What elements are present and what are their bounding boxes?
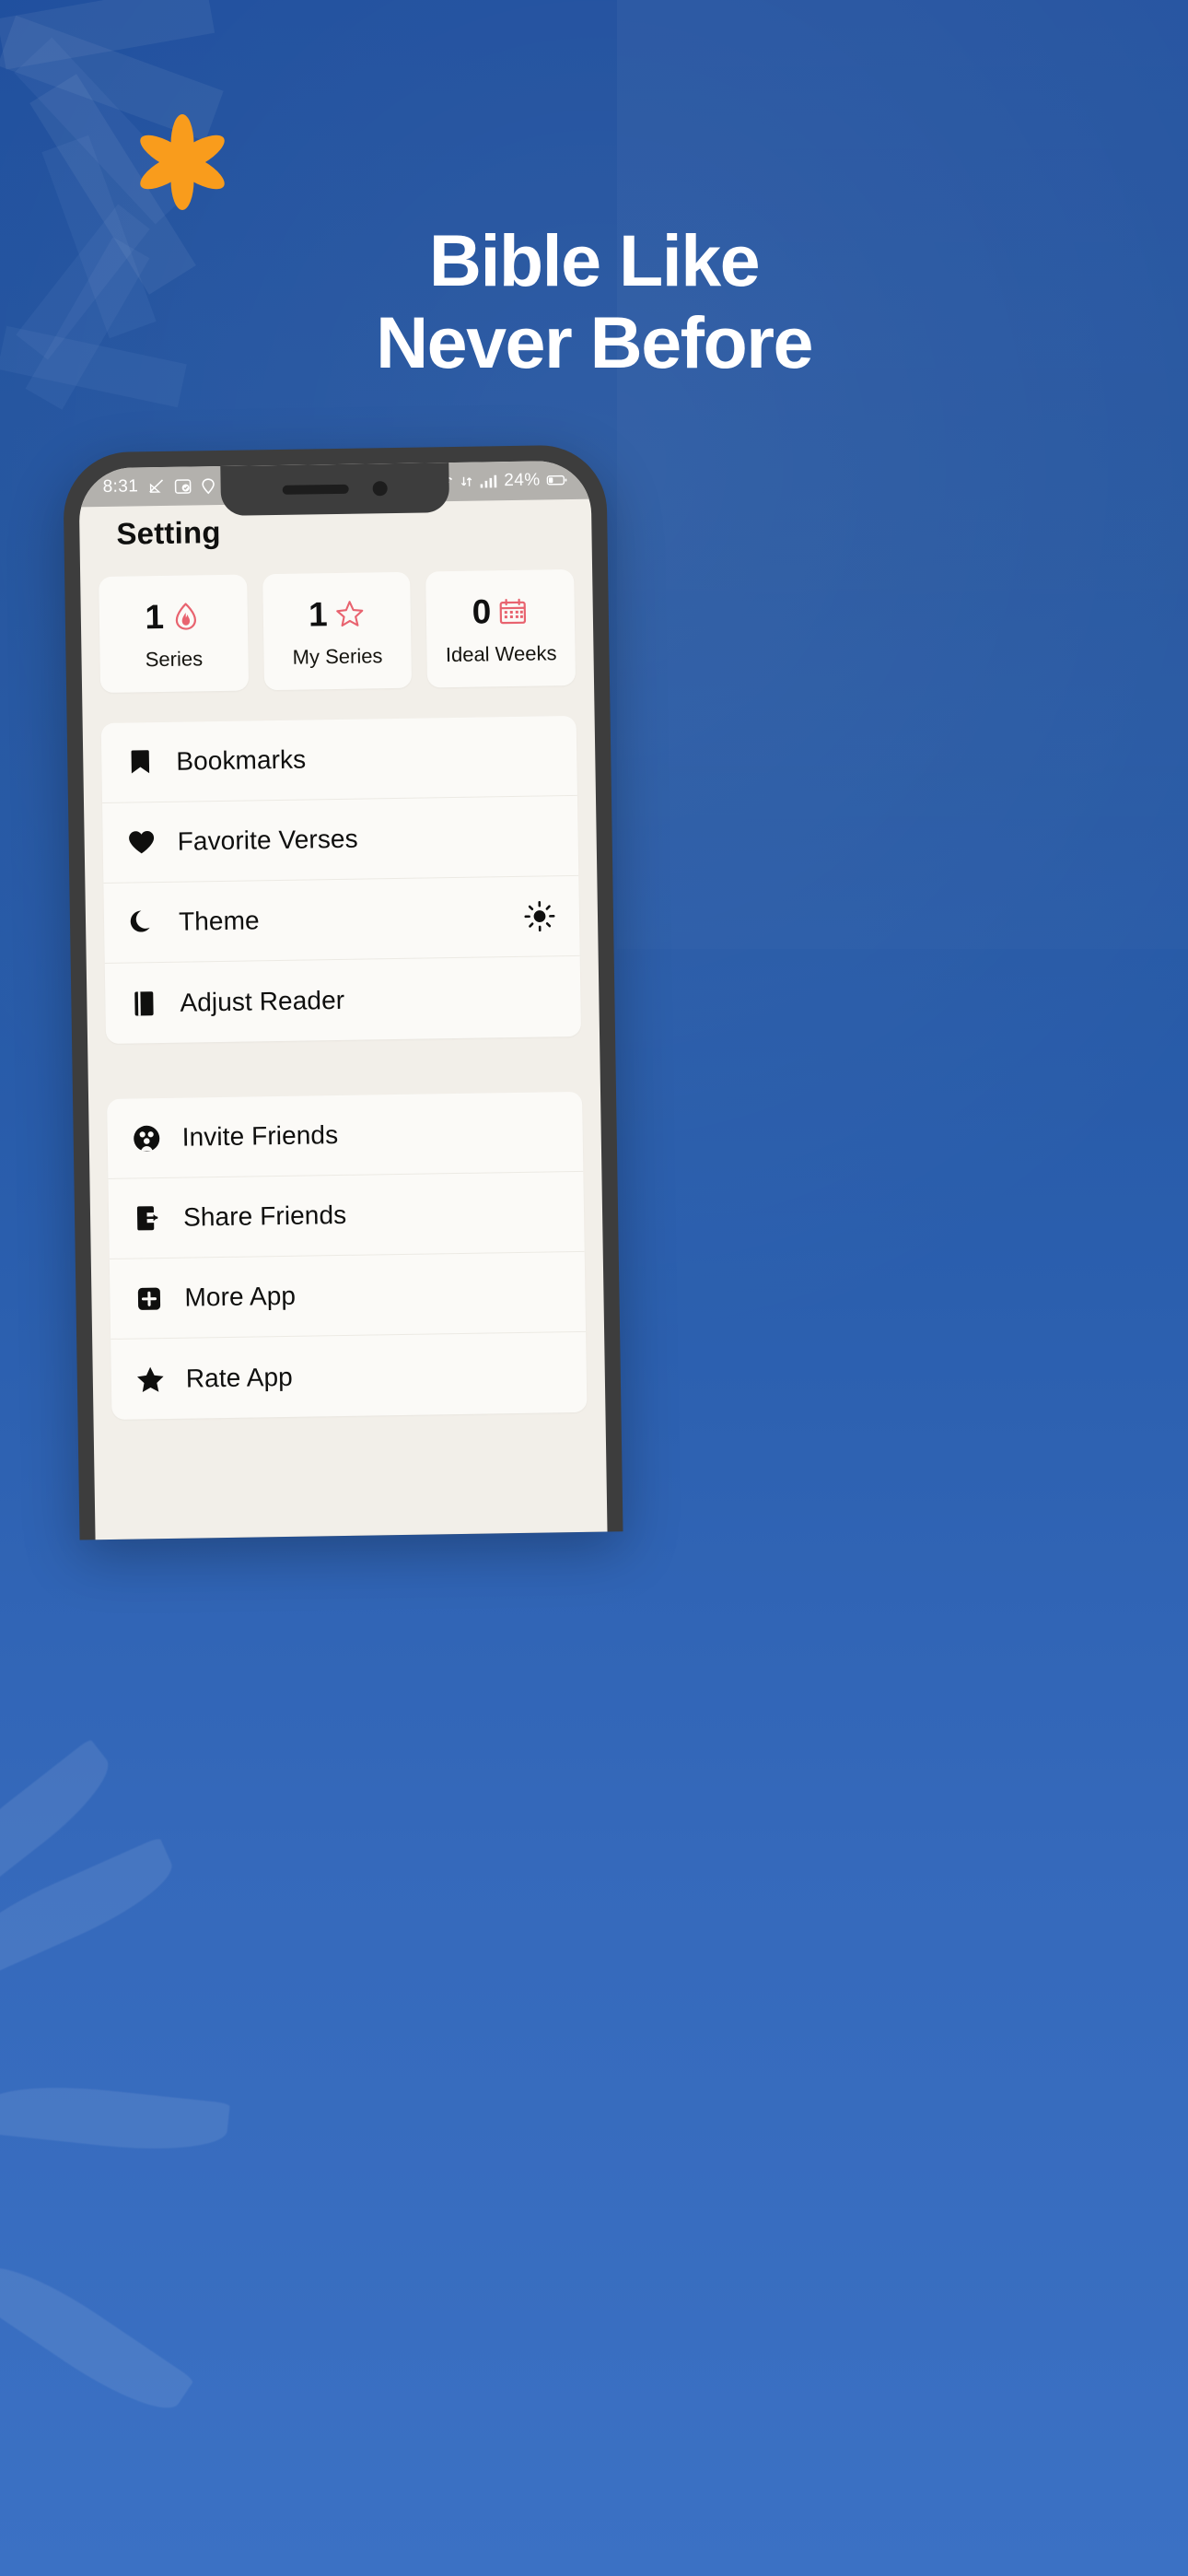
stat-card-ideal-weeks[interactable]: 0 Ideal Weeks — [425, 568, 577, 688]
asterisk-flower-icon — [134, 114, 230, 210]
stat-card-top: 1 — [105, 597, 242, 637]
stat-card-my-series[interactable]: 1 My Series — [262, 571, 413, 691]
phone-screen: 8:31 24% Setting 1 Series 1 My Series 0 … — [78, 460, 608, 1540]
star-outline-icon — [333, 598, 366, 630]
menu-item-label: Share Friends — [182, 1200, 347, 1232]
menu-item-share-friends[interactable]: Share Friends — [108, 1171, 585, 1259]
moon-icon — [128, 908, 157, 936]
menu-item-label: Theme — [178, 906, 260, 936]
cellular-bars-icon — [479, 474, 497, 488]
menu-item-invite-friends[interactable]: Invite Friends — [107, 1091, 584, 1179]
star-filled-icon — [135, 1365, 165, 1393]
status-bar-left: 8:31 — [78, 475, 215, 498]
stat-value: 1 — [308, 595, 328, 634]
menu-item-favorite-verses[interactable]: Favorite Verses — [102, 795, 579, 884]
earpiece-speaker — [282, 484, 349, 495]
sun-icon[interactable] — [524, 900, 556, 932]
menu-item-bookmarks[interactable]: Bookmarks — [100, 715, 577, 804]
menu-item-label: Favorite Verses — [177, 824, 358, 856]
stat-label: Ideal Weeks — [445, 641, 557, 667]
menu-item-label: Adjust Reader — [180, 985, 345, 1017]
book-cover-icon — [129, 989, 158, 1017]
stat-card-series[interactable]: 1 Series — [99, 574, 249, 694]
headline-line-2: Never Before — [376, 301, 813, 383]
battery-percent-label: 24% — [504, 470, 541, 491]
heart-icon — [126, 829, 156, 855]
screenshot-icon — [173, 477, 192, 495]
phone-notch — [220, 463, 450, 516]
status-bar-right: 24% — [434, 470, 591, 493]
calendar-icon — [497, 595, 530, 627]
menu-item-rate-app[interactable]: Rate App — [111, 1332, 587, 1420]
stat-value: 0 — [472, 592, 492, 631]
stats-row: 1 Series 1 My Series 0 Ideal Weeks — [99, 568, 577, 694]
stat-label: Series — [145, 647, 204, 672]
status-bar-time: 8:31 — [102, 476, 139, 497]
bookmark-icon — [125, 748, 155, 776]
stat-card-top: 1 — [268, 595, 405, 634]
page-title: Bible Like Never Before — [0, 224, 1188, 379]
stat-value: 1 — [145, 597, 165, 637]
share-phone-icon — [133, 1204, 162, 1232]
location-icon — [200, 477, 215, 495]
people-group-icon — [131, 1124, 160, 1153]
menu-item-label: Bookmarks — [176, 744, 307, 776]
menu-item-theme[interactable]: Theme — [103, 875, 580, 964]
settings-menu-group-secondary: Invite Friends Share Friends More App Ra… — [107, 1091, 588, 1420]
phone-mockup: 8:31 24% Setting 1 Series 1 My Series 0 … — [63, 444, 623, 1540]
menu-item-label: Invite Friends — [181, 1120, 339, 1152]
battery-icon — [546, 474, 567, 486]
menu-item-label: Rate App — [185, 1362, 294, 1393]
settings-page-title: Setting — [116, 514, 221, 551]
flame-icon — [170, 601, 203, 633]
menu-item-adjust-reader[interactable]: Adjust Reader — [105, 956, 581, 1044]
data-transfer-icon — [460, 474, 472, 489]
stat-card-top: 0 — [432, 592, 569, 631]
plus-square-icon — [134, 1286, 163, 1311]
menu-item-more-app[interactable]: More App — [109, 1251, 587, 1340]
headline-line-1: Bible Like — [428, 219, 761, 301]
signal-slash-icon — [146, 478, 165, 495]
front-camera — [372, 481, 388, 497]
stat-label: My Series — [292, 644, 383, 669]
menu-item-label: More App — [184, 1281, 297, 1312]
settings-menu-group-primary: Bookmarks Favorite Verses Theme Adjust R… — [100, 715, 582, 1044]
app-logo — [0, 114, 1188, 210]
